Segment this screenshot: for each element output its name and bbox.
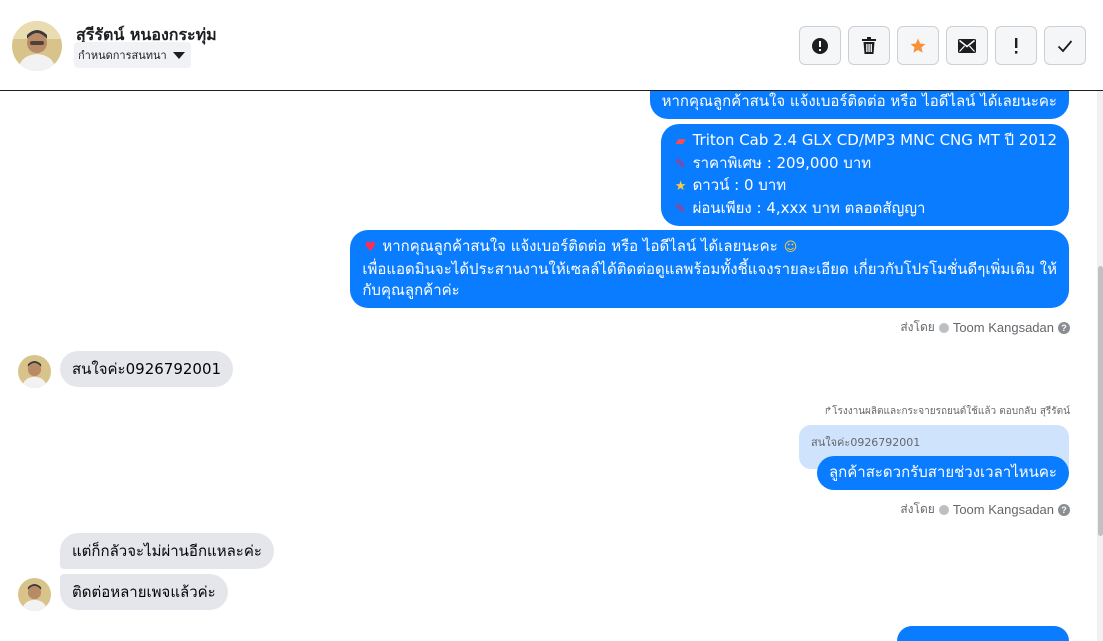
message-text: ติดต่อหลายเพจแล้วค่ะ — [72, 583, 216, 601]
caret-down-icon — [172, 51, 185, 59]
report-button[interactable] — [799, 26, 841, 65]
sender-name: Toom Kangsadan — [952, 320, 1054, 335]
message-line: กับคุณลูกค้าค่ะ — [362, 281, 460, 299]
contact-avatar[interactable] — [12, 21, 62, 71]
help-icon[interactable]: ? — [1058, 503, 1070, 516]
done-button[interactable] — [1044, 26, 1086, 65]
message-text: หากคุณลูกค้าสนใจ แจ้งเบอร์ติดต่อ หรือ ไอ… — [661, 92, 1057, 110]
message-line: ▰ Triton Cab 2.4 GLX CD/MP3 MNC CNG MT ปี… — [673, 130, 1057, 153]
message-line: ✎ ราคาพิเศษ : 209,000 บาท — [673, 153, 1057, 176]
action-toolbar — [799, 26, 1086, 65]
contact-avatar-small[interactable] — [18, 355, 51, 388]
car-icon: ▰ — [675, 134, 686, 149]
sender-name: Toom Kangsadan — [952, 502, 1054, 517]
envelope-icon — [958, 38, 976, 53]
message-text: แต่ก็กลัวจะไม่ผ่านอีกแหละค่ะ — [72, 542, 262, 560]
mark-unread-button[interactable] — [946, 26, 988, 65]
alert-circle-icon — [812, 37, 828, 54]
conversation-header: สุรีรัตน์ หนองกระทุ่ม กำหนดการสนทนา — [0, 0, 1103, 91]
sent-by-info: ส่งโดย Toom Kangsadan ? — [900, 500, 1070, 519]
outgoing-message[interactable]: ▰ Triton Cab 2.4 GLX CD/MP3 MNC CNG MT ปี… — [660, 124, 1069, 226]
scrollbar[interactable] — [1097, 91, 1103, 641]
message-line: ♥ หากคุณลูกค้าสนใจ แจ้งเบอร์ติดต่อ หรือ ไ… — [362, 236, 1057, 259]
contact-avatar-small[interactable] — [18, 578, 51, 611]
trash-icon — [862, 36, 876, 54]
sent-by-info: ส่งโดย Toom Kangsadan ? — [900, 318, 1070, 337]
star-button[interactable] — [897, 26, 939, 65]
message-line: เพื่อแอดมินจะได้ประสานงานให้เซลล์ได้ติดต… — [362, 259, 1057, 278]
message-text: ลูกค้าสะดวกรับสายช่วงเวลาไหนคะ — [828, 463, 1057, 481]
scrollbar-thumb[interactable] — [1098, 266, 1103, 536]
heart-icon: ♥ — [364, 240, 377, 255]
reply-note: ↱โรงงานผลิตและกระจายรถยนต์ใช้แล้ว ตอบกลั… — [823, 406, 1070, 417]
delete-button[interactable] — [848, 26, 890, 65]
star-emoji-icon: ★ — [674, 179, 687, 194]
checkmark-icon — [1057, 39, 1073, 52]
assign-label: กำหนดการสนทนา — [78, 49, 167, 62]
spam-button[interactable] — [995, 26, 1037, 65]
exclamation-icon — [1015, 37, 1018, 54]
message-line: ★ ดาวน์ : 0 บาท — [673, 175, 1057, 198]
pushpin-icon: ✎ — [675, 201, 687, 217]
pushpin-icon: ✎ — [675, 156, 687, 172]
incoming-message[interactable]: ติดต่อหลายเพจแล้วค่ะ — [60, 574, 228, 610]
sent-by-label: ส่งโดย — [900, 502, 935, 516]
sent-by-label: ส่งโดย — [900, 320, 935, 334]
help-icon[interactable]: ? — [1058, 321, 1070, 334]
outgoing-message[interactable]: ♥ หากคุณลูกค้าสนใจ แจ้งเบอร์ติดต่อ หรือ ไ… — [350, 230, 1069, 308]
assign-conversation-button[interactable]: กำหนดการสนทนา — [74, 42, 191, 68]
message-line: ✎ ผ่อนเพียง : 4,xxx บาท ตลอดสัญญา — [673, 198, 1057, 221]
message-text: สนใจค่ะ0926792001 — [72, 360, 222, 378]
incoming-message[interactable]: สนใจค่ะ0926792001 — [60, 351, 234, 387]
message-thread[interactable]: หากคุณลูกค้าสนใจ แจ้งเบอร์ติดต่อ หรือ ไอ… — [0, 91, 1103, 641]
page-icon — [938, 504, 949, 515]
quoted-text: สนใจค่ะ0926792001 — [811, 436, 921, 449]
outgoing-message[interactable]: ลูกค้าสะดวกรับสายช่วงเวลาไหนคะ — [816, 456, 1069, 490]
outgoing-message-partial[interactable] — [897, 626, 1069, 641]
reply-arrow-icon: ↱ — [823, 406, 833, 417]
outgoing-message[interactable]: หากคุณลูกค้าสนใจ แจ้งเบอร์ติดต่อ หรือ ไอ… — [649, 91, 1069, 119]
incoming-message[interactable]: แต่ก็กลัวจะไม่ผ่านอีกแหละค่ะ — [60, 533, 274, 569]
star-icon — [910, 38, 926, 53]
smiling-face-with-hearts-icon: ☺ — [783, 240, 798, 255]
page-icon — [938, 322, 949, 333]
